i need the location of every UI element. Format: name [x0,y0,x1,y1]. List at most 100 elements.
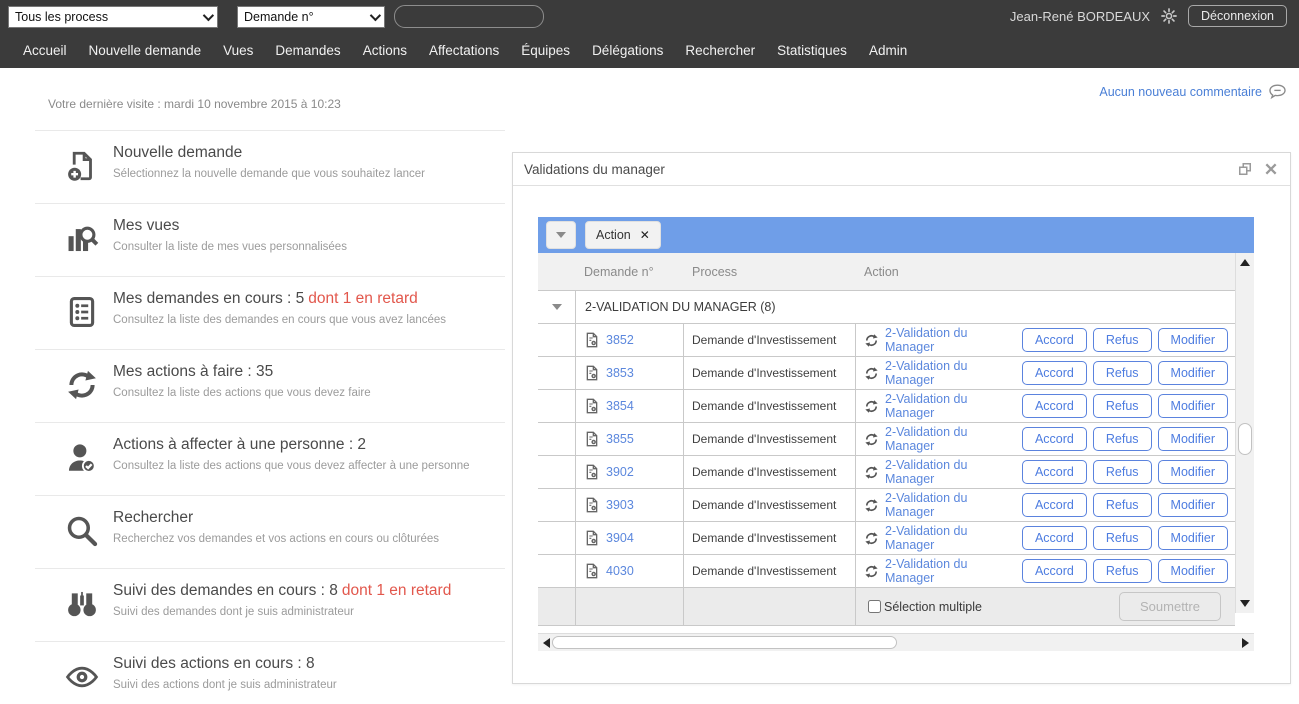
menu-item[interactable]: Mes vues Consulter la liste de mes vues … [35,203,505,276]
filter-dropdown-button[interactable] [546,221,576,249]
sync-icon [864,432,879,447]
group-collapse-button[interactable] [538,291,576,323]
logout-button[interactable]: Déconnexion [1188,5,1287,27]
nav-item[interactable]: Demandes [264,43,351,58]
row-buttons: Accord Refus Modifier [1022,526,1235,550]
demande-number-link[interactable]: 3854 [606,399,634,413]
menu-item[interactable]: Nouvelle demande Sélectionnez la nouvell… [35,130,505,203]
modifier-button[interactable]: Modifier [1158,361,1228,385]
horizontal-scroll-thumb[interactable] [552,636,897,649]
nav-item[interactable]: Statistiques [766,43,858,58]
refus-button[interactable]: Refus [1093,427,1152,451]
remove-filter-icon[interactable]: ✕ [640,229,650,241]
action-link[interactable]: 2-Validation du Manager [885,557,1016,585]
horizontal-scrollbar[interactable] [538,633,1254,651]
nav-item[interactable]: Actions [352,43,418,58]
menu-item[interactable]: Suivi des actions en cours : 8 Suivi des… [35,641,505,704]
search-type-select[interactable]: Demande n° [237,6,385,28]
menu-item[interactable]: Actions à affecter à une personne : 2 Co… [35,422,505,495]
accord-button[interactable]: Accord [1022,559,1087,583]
comment-bubble-icon [1268,82,1287,101]
menu-item[interactable]: Suivi des demandes en cours : 8dont 1 en… [35,568,505,641]
multi-select-label: Sélection multiple [884,600,982,614]
nav-item[interactable]: Accueil [12,43,78,58]
row-action-cell: 2-Validation du Manager Accord Refus Mod… [856,357,1235,389]
scroll-up-arrow[interactable] [1240,259,1250,266]
home-menu: Nouvelle demande Sélectionnez la nouvell… [35,130,505,704]
refus-button[interactable]: Refus [1093,460,1152,484]
modifier-button[interactable]: Modifier [1158,460,1228,484]
accord-button[interactable]: Accord [1022,526,1087,550]
nav-item[interactable]: Vues [212,43,264,58]
action-link[interactable]: 2-Validation du Manager [885,491,1016,519]
column-header-process: Process [684,265,856,279]
action-link[interactable]: 2-Validation du Manager [885,425,1016,453]
menu-item-title: Mes actions à faire : 35 [113,363,505,381]
modifier-button[interactable]: Modifier [1158,559,1228,583]
demande-number-link[interactable]: 3903 [606,498,634,512]
accord-button[interactable]: Accord [1022,493,1087,517]
nav-item[interactable]: Nouvelle demande [78,43,213,58]
multi-select-checkbox[interactable] [868,600,881,613]
scroll-down-arrow[interactable] [1240,600,1250,607]
accord-button[interactable]: Accord [1022,328,1087,352]
search-input[interactable] [394,5,544,28]
modifier-button[interactable]: Modifier [1158,427,1228,451]
nav-item[interactable]: Équipes [510,43,581,58]
modifier-button[interactable]: Modifier [1158,328,1228,352]
vertical-scroll-thumb[interactable] [1238,423,1252,455]
table-footer: Sélection multiple Soumettre [538,588,1235,626]
scroll-right-arrow[interactable] [1242,638,1249,648]
filter-chip-action[interactable]: Action ✕ [585,221,661,249]
menu-item[interactable]: Rechercher Recherchez vos demandes et vo… [35,495,505,568]
comments-link[interactable]: Aucun nouveau commentaire [1099,82,1287,101]
nav-item[interactable]: Admin [858,43,918,58]
menu-item[interactable]: Mes demandes en cours : 5dont 1 en retar… [35,276,505,349]
footer-demande-cell [576,588,684,625]
action-link[interactable]: 2-Validation du Manager [885,524,1016,552]
accord-button[interactable]: Accord [1022,460,1087,484]
accord-button[interactable]: Accord [1022,361,1087,385]
demande-number-link[interactable]: 3855 [606,432,634,446]
nav-item[interactable]: Rechercher [674,43,766,58]
refus-button[interactable]: Refus [1093,559,1152,583]
menu-item-text: Rechercher Recherchez vos demandes et vo… [113,509,505,545]
action-link[interactable]: 2-Validation du Manager [885,359,1016,387]
sync-icon [864,564,879,579]
row-process-cell: Demande d'Investissement [684,324,856,356]
refus-button[interactable]: Refus [1093,526,1152,550]
refus-button[interactable]: Refus [1093,394,1152,418]
action-link[interactable]: 2-Validation du Manager [885,326,1016,354]
scroll-left-arrow[interactable] [543,638,550,648]
action-link[interactable]: 2-Validation du Manager [885,392,1016,420]
modifier-button[interactable]: Modifier [1158,493,1228,517]
modifier-button[interactable]: Modifier [1158,394,1228,418]
demande-number-link[interactable]: 3902 [606,465,634,479]
row-action-cell: 2-Validation du Manager Accord Refus Mod… [856,555,1235,587]
nav-item[interactable]: Délégations [581,43,674,58]
menu-item-subtitle: Consultez la liste des actions que vous … [113,387,505,399]
submit-button[interactable]: Soumettre [1119,592,1221,621]
demande-number-link[interactable]: 3852 [606,333,634,347]
demande-number-link[interactable]: 3904 [606,531,634,545]
accord-button[interactable]: Accord [1022,427,1087,451]
modifier-button[interactable]: Modifier [1158,526,1228,550]
vertical-scrollbar[interactable] [1235,253,1254,613]
refus-button[interactable]: Refus [1093,493,1152,517]
demande-number-link[interactable]: 4030 [606,564,634,578]
refus-button[interactable]: Refus [1093,328,1152,352]
process-select[interactable]: Tous les process [8,6,218,28]
demande-number-link[interactable]: 3853 [606,366,634,380]
chevron-down-icon [203,10,214,21]
refus-button[interactable]: Refus [1093,361,1152,385]
accord-button[interactable]: Accord [1022,394,1087,418]
menu-item-icon [63,512,101,550]
nav-item[interactable]: Affectations [418,43,510,58]
column-header-demande: Demande n° [576,265,684,279]
close-icon[interactable] [1264,162,1278,176]
popout-icon[interactable] [1238,162,1252,176]
menu-item[interactable]: Mes actions à faire : 35 Consultez la li… [35,349,505,422]
sync-icon [864,498,879,513]
gear-icon[interactable] [1160,7,1178,25]
action-link[interactable]: 2-Validation du Manager [885,458,1016,486]
